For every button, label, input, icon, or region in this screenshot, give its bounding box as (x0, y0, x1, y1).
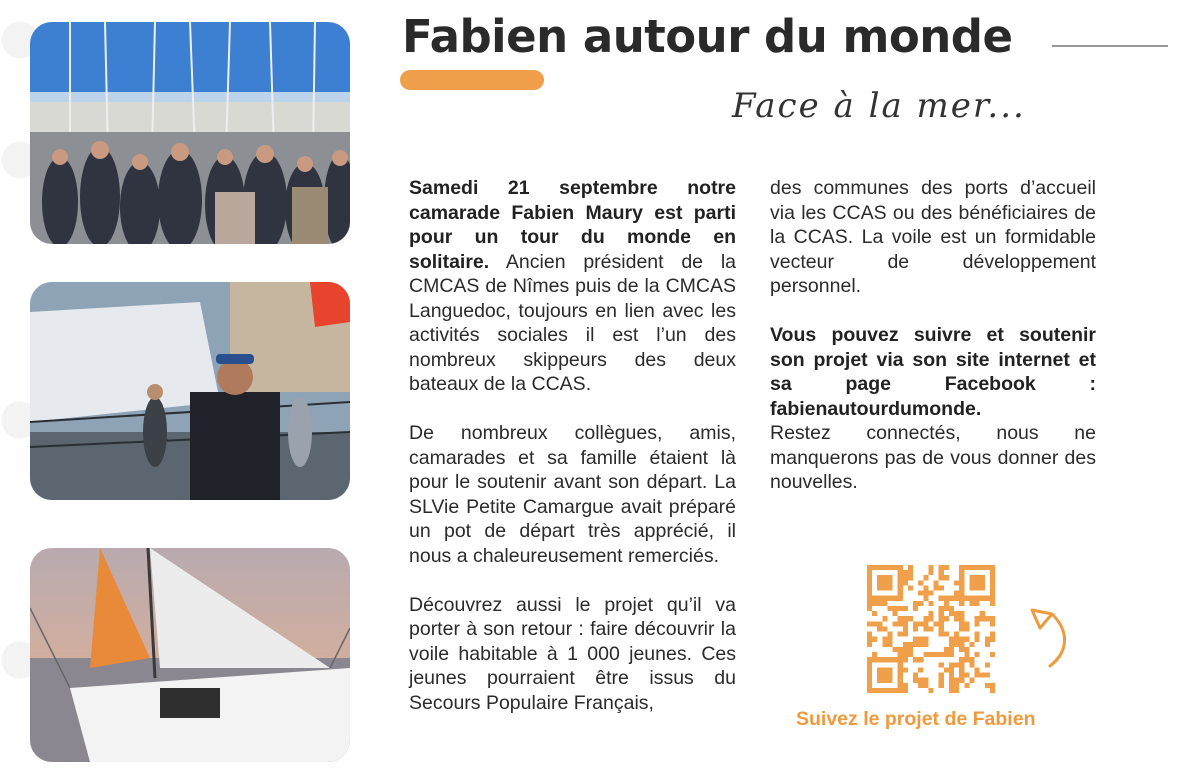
harbor-crowd-photo (30, 22, 350, 244)
qr-code-icon[interactable] (867, 565, 995, 693)
title-divider (1052, 45, 1168, 47)
curved-arrow-icon (1030, 608, 1066, 668)
paragraph-follow: Vous pouvez suivre et soutenir son proje… (770, 323, 1096, 495)
qr-caption[interactable]: Suivez le projet de Fabien (796, 708, 1035, 731)
paragraph-intro: Samedi 21 septembre notre camarade Fabie… (409, 176, 736, 397)
page-title: Fabien autour du monde (402, 10, 1013, 63)
paragraph-project: Découvrez aussi le projet qu’il va porte… (409, 593, 736, 714)
skipper-on-boat-photo (30, 282, 350, 500)
follow-text: Restez connectés, nous ne manquerons pas… (770, 422, 1096, 493)
accent-bar (400, 70, 544, 90)
article-column-2: des communes des ports d’accueil via les… (770, 176, 1096, 519)
paragraph-continuation: des communes des ports d’accueil via les… (770, 177, 1096, 297)
sailboat-sunset-photo (30, 548, 350, 762)
page-subtitle: Face à la mer... (732, 86, 1026, 126)
follow-bold-text: Vous pouvez suivre et soutenir son proje… (770, 324, 1096, 420)
article-column-1: Samedi 21 septembre notre camarade Fabie… (409, 176, 736, 740)
paragraph-support: De nombreux collègues, amis, camarades e… (409, 422, 736, 567)
